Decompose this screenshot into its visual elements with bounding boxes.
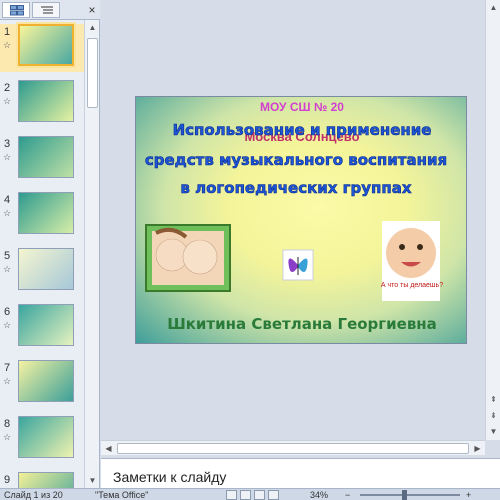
scroll-down-icon[interactable]: ▼ bbox=[486, 424, 500, 439]
slide-preview[interactable] bbox=[18, 416, 74, 458]
slide-thumbnail[interactable]: 5 ☆ bbox=[0, 248, 84, 296]
slide-thumbnail[interactable]: 6 ☆ bbox=[0, 304, 84, 352]
horizontal-scroll-thumb[interactable] bbox=[117, 443, 469, 454]
slide-counter: Слайд 1 из 20 bbox=[4, 490, 63, 500]
slide-sorter-button[interactable] bbox=[240, 490, 251, 500]
zoom-in-icon[interactable]: + bbox=[466, 489, 471, 500]
slide-number: 8 bbox=[4, 418, 11, 430]
slideshow-button[interactable] bbox=[268, 490, 279, 500]
school-text[interactable]: МОУ СШ № 20 bbox=[260, 100, 344, 114]
thumbnail-scrollbar[interactable]: ▲ ▼ bbox=[84, 20, 99, 488]
transition-star-icon: ☆ bbox=[3, 432, 12, 442]
outline-icon bbox=[41, 6, 53, 14]
scroll-right-icon[interactable]: ▶ bbox=[470, 441, 485, 456]
slide-number: 9 bbox=[4, 474, 11, 486]
scroll-left-icon[interactable]: ◀ bbox=[101, 441, 116, 456]
slide-number: 1 bbox=[4, 26, 11, 38]
transition-star-icon: ☆ bbox=[3, 208, 12, 218]
zoom-out-icon[interactable]: − bbox=[345, 489, 350, 500]
slide-number: 4 bbox=[4, 194, 11, 206]
slide-canvas: МОУ СШ № 20 Mосква Солнцево Использовани… bbox=[145, 100, 448, 333]
pane-tabs: × bbox=[0, 0, 100, 20]
slide-thumbnail[interactable]: 3 ☆ bbox=[0, 136, 84, 184]
slide-vertical-scrollbar[interactable]: ▲ ⇞ ⇟ ▼ bbox=[485, 0, 500, 440]
scroll-up-icon[interactable]: ▲ bbox=[486, 0, 500, 15]
scroll-up-icon[interactable]: ▲ bbox=[85, 20, 100, 35]
scroll-thumb[interactable] bbox=[87, 38, 98, 108]
slide-thumbnail[interactable]: 1 ☆ bbox=[0, 24, 84, 72]
slide-preview[interactable] bbox=[18, 80, 74, 122]
transition-star-icon: ☆ bbox=[3, 264, 12, 274]
title-line-1[interactable]: Использование и применение bbox=[172, 121, 432, 140]
transition-star-icon: ☆ bbox=[3, 320, 12, 330]
title-line-2[interactable]: средств музыкального воспитания bbox=[145, 151, 448, 170]
slides-icon bbox=[10, 5, 24, 16]
reading-view-button[interactable] bbox=[254, 490, 265, 500]
slide-number: 7 bbox=[4, 362, 11, 374]
zoom-slider[interactable] bbox=[360, 494, 460, 496]
theme-name: "Тема Office" bbox=[95, 490, 149, 500]
slide-preview[interactable] bbox=[18, 24, 74, 66]
slide-horizontal-scrollbar[interactable]: ◀ ▶ bbox=[101, 440, 485, 455]
author-text[interactable]: Шкитина Светлана Георгиевна bbox=[167, 315, 437, 333]
slide-number: 2 bbox=[4, 82, 11, 94]
baby-photo[interactable] bbox=[382, 221, 440, 301]
close-icon[interactable]: × bbox=[86, 3, 98, 17]
transition-star-icon: ☆ bbox=[3, 40, 12, 50]
next-slide-icon[interactable]: ⇟ bbox=[486, 408, 500, 423]
notes-placeholder[interactable]: Заметки к слайду bbox=[113, 469, 226, 485]
status-bar: Слайд 1 из 20 "Тема Office" 34% − + bbox=[0, 488, 500, 500]
zoom-slider-thumb[interactable] bbox=[402, 490, 407, 500]
slide-preview[interactable] bbox=[18, 192, 74, 234]
transition-star-icon: ☆ bbox=[3, 376, 12, 386]
slide-thumbnail[interactable]: 8 ☆ bbox=[0, 416, 84, 464]
scroll-down-icon[interactable]: ▼ bbox=[85, 473, 100, 488]
slide-thumbnail[interactable]: 9☆ bbox=[0, 472, 84, 488]
thumbnail-list: 1☆2☆3☆4☆5☆6☆7☆8☆9☆ bbox=[0, 20, 84, 488]
slide-number: 3 bbox=[4, 138, 11, 150]
mother-baby-photo[interactable] bbox=[145, 224, 231, 292]
slide-thumbnail[interactable]: 7 ☆ bbox=[0, 360, 84, 408]
current-slide[interactable]: МОУ СШ № 20 Mосква Солнцево Использовани… bbox=[135, 96, 467, 344]
slide-preview[interactable] bbox=[18, 472, 74, 488]
title-line-3[interactable]: в логопедических группах bbox=[180, 179, 412, 198]
speech-bubble-text[interactable]: А что ты делаешь? bbox=[381, 282, 443, 289]
normal-view-button[interactable] bbox=[226, 490, 237, 500]
notes-pane[interactable]: Заметки к слайду bbox=[101, 458, 500, 488]
slide-preview[interactable] bbox=[18, 136, 74, 178]
zoom-level[interactable]: 34% bbox=[310, 489, 328, 500]
slide-thumbnail[interactable]: 2 ☆ bbox=[0, 80, 84, 128]
slide-number: 5 bbox=[4, 250, 11, 262]
transition-star-icon: ☆ bbox=[3, 152, 12, 162]
slide-number: 6 bbox=[4, 306, 11, 318]
slide-editing-area: МОУ СШ № 20 Mосква Солнцево Использовани… bbox=[101, 0, 485, 440]
slide-preview[interactable] bbox=[18, 248, 74, 290]
outline-tab[interactable] bbox=[32, 2, 60, 18]
butterfly-image[interactable] bbox=[282, 249, 314, 281]
slide-thumbnail[interactable]: 4 ☆ bbox=[0, 192, 84, 240]
slide-preview[interactable] bbox=[18, 360, 74, 402]
slides-tab[interactable] bbox=[2, 2, 30, 18]
slides-pane: × 1☆2☆3☆4☆5☆6☆7☆8☆9☆ ▲ ▼ bbox=[0, 0, 100, 488]
transition-star-icon: ☆ bbox=[3, 96, 12, 106]
slide-preview[interactable] bbox=[18, 304, 74, 346]
previous-slide-icon[interactable]: ⇞ bbox=[486, 392, 500, 407]
